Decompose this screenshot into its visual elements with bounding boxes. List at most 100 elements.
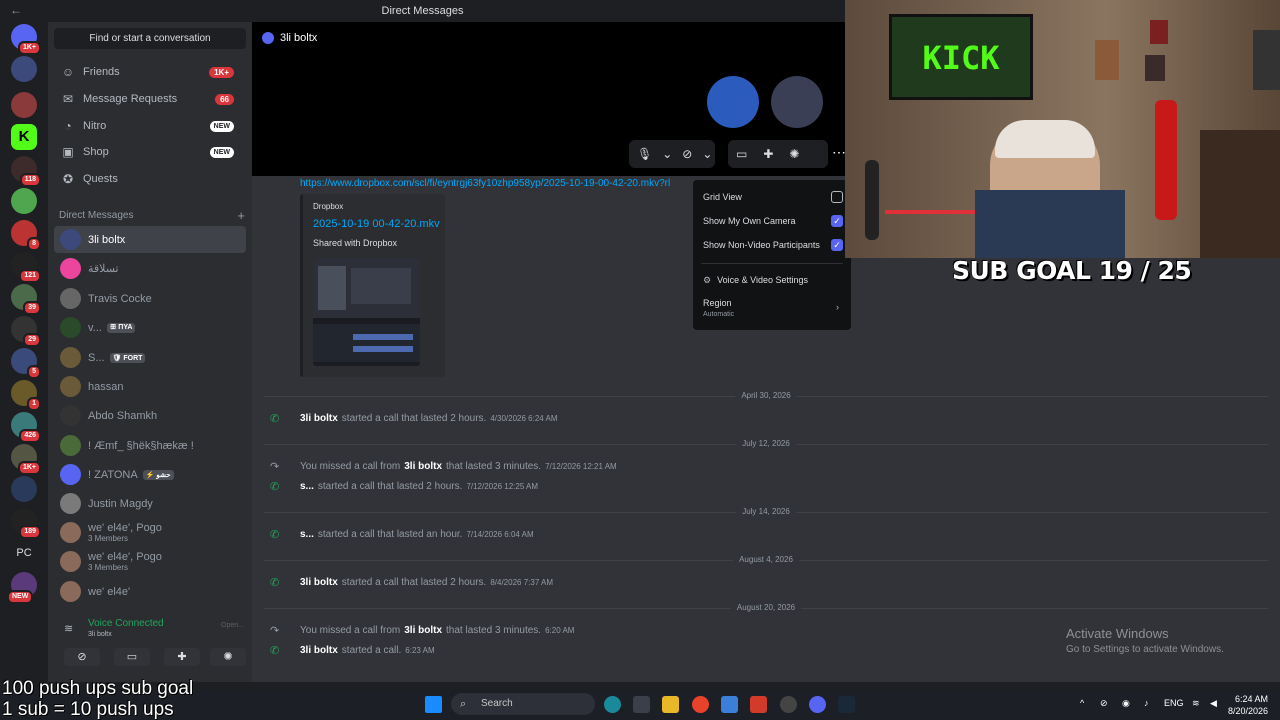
menu-grid-view[interactable]: Grid View [703, 191, 843, 203]
find-conversation-button[interactable]: Find or start a conversation [54, 28, 246, 49]
dm-item[interactable]: ! Æmf_ §hëk§hækæ ! [54, 432, 246, 459]
requests-badge: 66 [215, 93, 234, 105]
store-icon[interactable] [633, 696, 650, 713]
folder-icon[interactable] [662, 696, 679, 713]
menu-region[interactable]: Region Automatic › [703, 298, 843, 318]
soundboard-icon[interactable]: ✺ [781, 147, 807, 161]
soundboard-button[interactable]: ✺ [210, 648, 246, 666]
checkbox-checked[interactable]: ✓ [831, 239, 843, 251]
arrow-left-icon[interactable]: ← [10, 3, 22, 17]
dm-group-item[interactable]: we' el4e', Pogo 3 Members [54, 519, 246, 546]
language-indicator[interactable]: ENG [1164, 698, 1184, 708]
participant-avatar[interactable] [771, 76, 823, 128]
dm-item[interactable]: S... 🛡 FORT [54, 344, 246, 371]
nav-shop[interactable]: ▣ Shop NEW [54, 140, 246, 164]
dm-item[interactable]: Justin Magdy [54, 490, 246, 517]
server-kick[interactable]: K [11, 124, 37, 150]
microphone-icon[interactable]: ♪ [1144, 698, 1149, 708]
server-home[interactable]: 1K+ [11, 24, 41, 55]
link-embed: Dropbox 2025-10-19 00-42-20.mkv Shared w… [300, 194, 445, 377]
nav-message-requests[interactable]: ✉ Message Requests 66 [54, 87, 246, 111]
camera-off-button[interactable]: ⊘ [64, 648, 100, 666]
gear-icon: ⚙ [703, 275, 712, 285]
screen-share-icon[interactable]: ▭ [728, 147, 755, 161]
chrome-icon[interactable] [692, 696, 709, 713]
nav-nitro[interactable]: ◔ Nitro NEW [54, 114, 246, 138]
missed-call-icon: ↷ [270, 461, 280, 473]
network-icon[interactable]: ⊘ [1100, 698, 1108, 709]
voice-status[interactable]: Voice Connected [88, 618, 164, 629]
call-event: ✆ 3li boltx started a call. 6:23 AM [270, 645, 435, 657]
nav-friends[interactable]: ☺ Friends 1K+ [54, 60, 246, 84]
nav-quests[interactable]: ✪ Quests [54, 167, 246, 191]
volume-icon[interactable]: ◀ [1210, 698, 1217, 709]
camera-off-icon[interactable]: ⊘ [674, 147, 700, 161]
dm-item[interactable]: v... ꕥ ΠΥΑ [54, 314, 246, 341]
wps-icon[interactable] [750, 696, 767, 713]
edge-icon[interactable] [604, 696, 621, 713]
date-divider: July 12, 2026 [264, 439, 1268, 448]
outlook-icon[interactable] [721, 696, 738, 713]
chevron-up-icon[interactable]: ^ [1080, 698, 1084, 708]
voice-panel: ≋ Voice Connected 3li boltx Open... ⊘ ▭ … [54, 610, 246, 670]
server-pc[interactable]: PC [11, 540, 37, 566]
dm-item[interactable]: Travis Cocke [54, 285, 246, 312]
clock[interactable]: 6:24 AM 8/20/2026 [1228, 693, 1268, 717]
discord-icon[interactable] [809, 696, 826, 713]
dm-item[interactable]: hassan [54, 373, 246, 400]
steam-icon[interactable] [838, 696, 855, 713]
server-icon[interactable]: 189 [11, 508, 41, 539]
server-icon[interactable]: 39 [11, 284, 41, 315]
signal-icon[interactable]: ≋ [64, 622, 73, 635]
phone-icon: ✆ [270, 577, 280, 589]
checkbox-checked[interactable]: ✓ [831, 215, 843, 227]
avatar [60, 435, 81, 456]
call-event: ✆ s... started a call that lasted an hour.… [270, 529, 534, 541]
embed-thumbnail[interactable] [313, 258, 420, 366]
server-icon[interactable]: 118 [11, 156, 41, 187]
taskbar-search[interactable]: ⌕ Search [451, 693, 595, 715]
microphone-icon[interactable]: 🎙 [629, 147, 660, 161]
server-icon[interactable]: 1K+ [11, 444, 41, 475]
menu-show-non-video[interactable]: Show Non-Video Participants ✓ [703, 239, 843, 251]
windows-start-icon[interactable] [425, 696, 442, 713]
dm-group-item[interactable]: we' el4e', Pogo 3 Members [54, 548, 246, 575]
chevron-down-icon[interactable]: ⌄ [700, 147, 714, 161]
plus-icon[interactable]: + [237, 208, 245, 223]
more-options-icon[interactable]: ⋯ [832, 144, 846, 161]
server-icon[interactable] [11, 476, 37, 502]
date-divider: April 30, 2026 [264, 391, 1268, 400]
activities-icon[interactable]: ✚ [755, 147, 781, 161]
server-icon[interactable] [11, 188, 37, 214]
dm-item[interactable]: ! ZATONA ⚡ حشو [54, 461, 246, 488]
participant-avatar[interactable] [707, 76, 759, 128]
avatar [60, 493, 81, 514]
dm-item[interactable]: تسلاقة [54, 255, 246, 282]
dm-item[interactable]: 3li boltx [54, 226, 246, 253]
new-badge: NEW [209, 120, 234, 132]
checkbox[interactable] [831, 191, 843, 203]
message-link[interactable]: https://www.dropbox.com/scl/fi/eyntrgj63… [300, 178, 670, 189]
dm-item[interactable]: Abdo Shamkh [54, 402, 246, 429]
server-icon[interactable]: NEW [7, 572, 37, 604]
menu-show-own-camera[interactable]: Show My Own Camera ✓ [703, 215, 843, 227]
server-icon[interactable]: 8 [11, 220, 41, 251]
menu-voice-video-settings[interactable]: ⚙ Voice & Video Settings [703, 275, 843, 286]
wifi-icon[interactable]: ≋ [1192, 698, 1200, 709]
server-icon[interactable]: 5 [11, 348, 41, 379]
friends-icon: ☺ [61, 65, 75, 79]
activities-button[interactable]: ✚ [164, 648, 200, 666]
server-icon[interactable]: 121 [11, 252, 41, 283]
chevron-down-icon[interactable]: ⌄ [660, 147, 674, 161]
tray-app-icon[interactable]: ◉ [1122, 698, 1130, 709]
voice-hint: Open... [221, 622, 244, 629]
app-icon[interactable] [780, 696, 797, 713]
server-icon[interactable]: 426 [11, 412, 41, 443]
server-icon[interactable]: 29 [11, 316, 41, 347]
dm-group-item[interactable]: we' el4e' [54, 578, 246, 605]
embed-title[interactable]: 2025-10-19 00-42-20.mkv [313, 218, 440, 230]
server-icon[interactable] [11, 92, 37, 118]
server-icon[interactable] [11, 56, 37, 82]
screen-share-button[interactable]: ▭ [114, 648, 150, 666]
server-icon[interactable]: 1 [11, 380, 41, 411]
